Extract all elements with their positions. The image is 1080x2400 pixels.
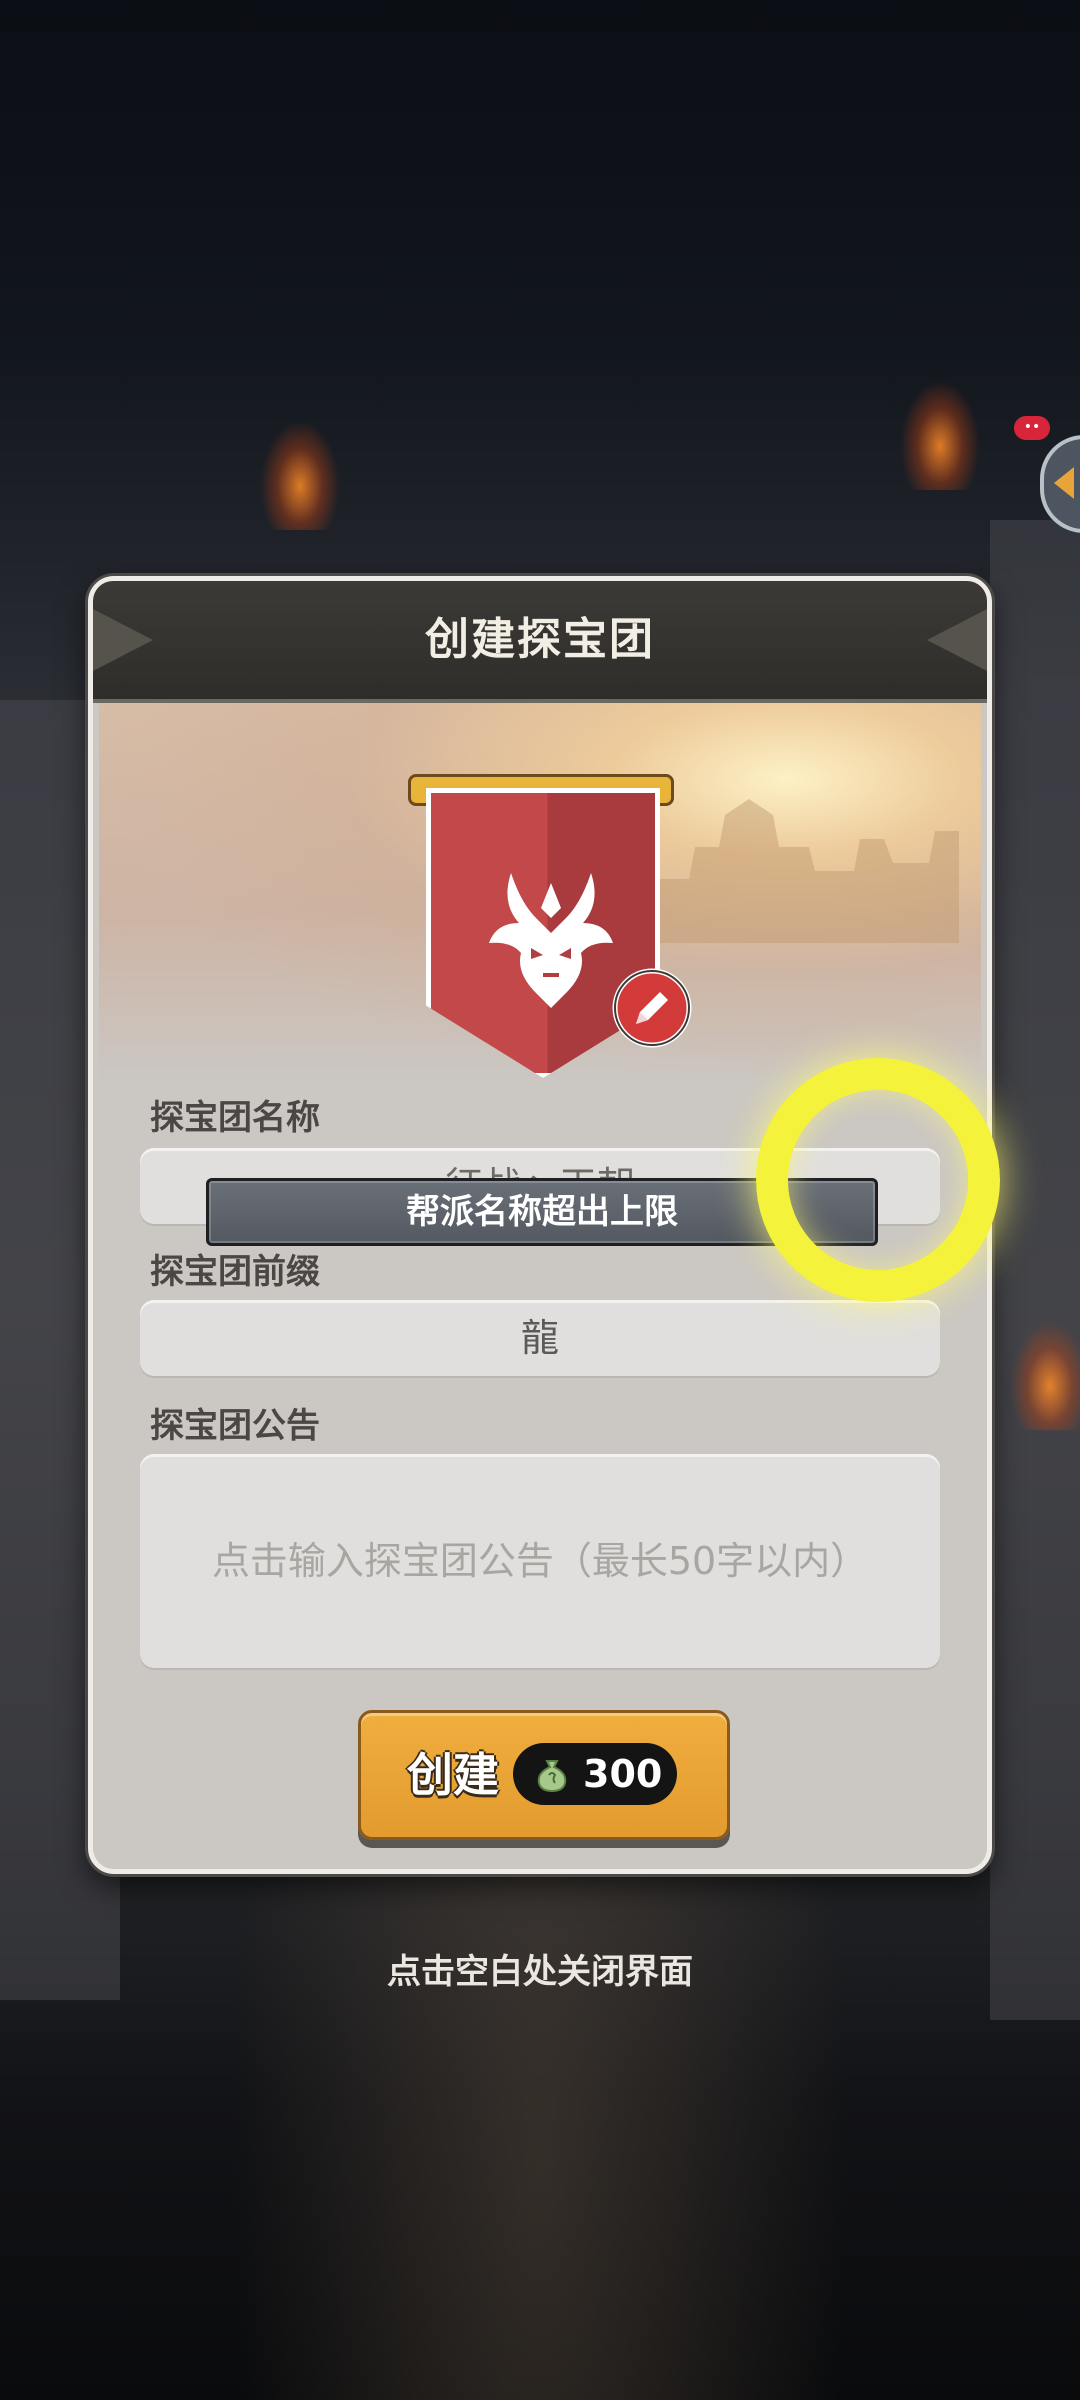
team-prefix-label: 探宝团前缀: [150, 1252, 320, 1292]
team-notice-label: 探宝团公告: [150, 1406, 320, 1446]
edit-emblem-button[interactable]: [612, 968, 692, 1048]
background-brazier-fire: [1010, 1320, 1080, 1430]
money-bag-icon: [537, 1760, 567, 1793]
create-button[interactable]: 创建 300: [358, 1710, 730, 1840]
create-button-label: 创建: [407, 1748, 499, 1802]
close-hint: 点击空白处关闭界面: [387, 1952, 693, 1992]
background-brazier-fire: [900, 380, 980, 490]
notification-badge: ••: [1014, 416, 1050, 440]
team-notice-input[interactable]: 点击输入探宝团公告（最长50字以内）: [140, 1454, 940, 1668]
backdrop-palace-silhouette: [659, 799, 959, 943]
dialog-header: 创建探宝团: [93, 581, 987, 703]
team-prefix-input[interactable]: 龍: [140, 1300, 940, 1376]
pencil-icon: [612, 968, 692, 1048]
dragon-head-icon: [489, 873, 613, 1008]
tap-highlight-ring: [756, 1058, 1000, 1302]
background-brazier-fire: [260, 420, 340, 530]
dialog-title: 创建探宝团: [425, 614, 655, 665]
background-wall-right: [990, 520, 1080, 2020]
cost-value: 300: [583, 1752, 663, 1796]
team-name-label: 探宝团名称: [150, 1098, 320, 1138]
cost-badge: 300: [513, 1743, 677, 1805]
